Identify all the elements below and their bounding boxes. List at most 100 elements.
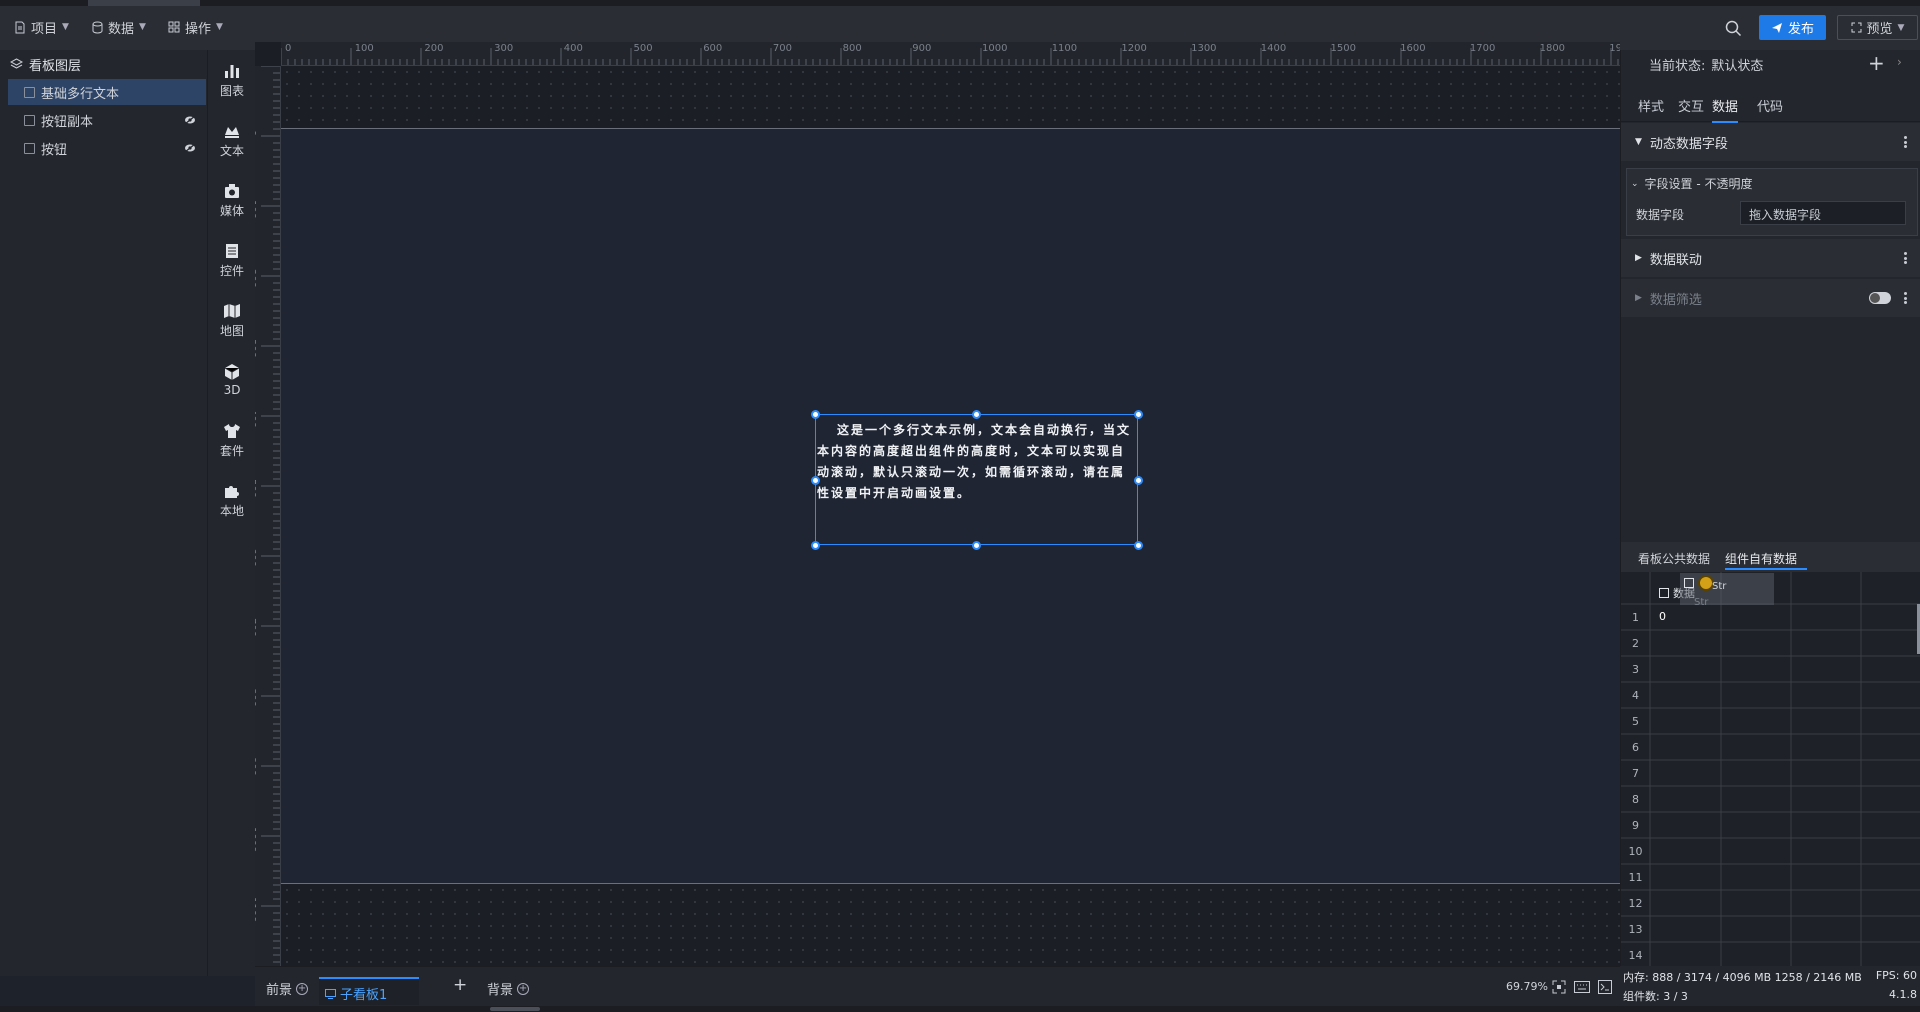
row-number: 13 xyxy=(1628,923,1643,936)
tab-foreground[interactable]: 前景 + xyxy=(266,979,309,998)
preview-button[interactable]: 预览 ▼ xyxy=(1837,15,1918,40)
tab-sub-board[interactable]: 子看板1 xyxy=(319,977,419,1005)
tab-interaction[interactable]: 交互 xyxy=(1678,96,1704,121)
resize-handle-s[interactable] xyxy=(972,541,981,550)
fit-screen-icon[interactable] xyxy=(1552,980,1566,994)
component-toolbox: 图表 文本 媒体 控件 地图 3D 套件 本地 xyxy=(207,50,255,976)
tab-public-data[interactable]: 看板公共数据 xyxy=(1638,550,1710,567)
window-tab[interactable] xyxy=(88,0,200,6)
ruler-label: 100 xyxy=(255,199,257,219)
menu-data[interactable]: 数据 ▼ xyxy=(92,16,146,38)
cube-icon xyxy=(224,364,240,380)
more-icon[interactable] xyxy=(1904,252,1907,264)
tool-chart[interactable]: 图表 xyxy=(208,54,256,106)
column-checkbox[interactable] xyxy=(1659,588,1669,598)
tool-kit[interactable]: 套件 xyxy=(208,414,256,466)
tool-text[interactable]: 文本 xyxy=(208,114,256,166)
state-label: 当前状态: xyxy=(1649,59,1706,74)
resize-handle-n[interactable] xyxy=(972,410,981,419)
tool-label: 图表 xyxy=(219,83,244,98)
section-data-filter[interactable]: ▶ 数据筛选 xyxy=(1621,279,1920,317)
dragging-column-ghost: Str xyxy=(1680,573,1774,605)
publish-label: 发布 xyxy=(1787,22,1814,37)
layer-item-multiline-text[interactable]: 基础多行文本 xyxy=(8,79,206,105)
tool-3d[interactable]: 3D xyxy=(208,354,256,406)
keyboard-icon[interactable] xyxy=(1574,981,1590,993)
add-state-icon[interactable]: + xyxy=(1868,51,1885,75)
section-data-linkage[interactable]: ▶ 数据联动 xyxy=(1621,239,1920,277)
horizontal-scrollbar[interactable] xyxy=(0,1006,1920,1012)
section-dynamic-fields[interactable]: ▼ 动态数据字段 xyxy=(1621,123,1920,161)
zoom-level[interactable]: 69.79% xyxy=(1506,980,1548,993)
tab-data[interactable]: 数据 xyxy=(1712,96,1739,123)
resize-handle-sw[interactable] xyxy=(811,541,820,550)
resize-handle-w[interactable] xyxy=(811,476,820,485)
publish-button[interactable]: 发布 xyxy=(1759,15,1826,40)
resize-handle-se[interactable] xyxy=(1134,541,1143,550)
more-icon[interactable] xyxy=(1904,136,1907,148)
tab-background[interactable]: 背景 + xyxy=(487,979,530,998)
current-state[interactable]: 当前状态: 默认状态 xyxy=(1649,55,1763,74)
scrollbar-thumb[interactable] xyxy=(490,1007,540,1011)
preview-label: 预览 xyxy=(1866,22,1893,37)
ruler-label: 800 xyxy=(255,687,257,707)
add-board-button[interactable]: + xyxy=(453,975,467,995)
layer-item-button-copy[interactable]: 按钮副本 xyxy=(8,107,206,133)
canvas-margin-top xyxy=(281,66,1620,128)
ruler-label: 1000 xyxy=(255,827,257,853)
tool-media[interactable]: 媒体 xyxy=(208,174,256,226)
search-icon[interactable] xyxy=(1725,20,1742,37)
more-icon[interactable] xyxy=(1904,292,1907,304)
ruler-label: 1200 xyxy=(1121,43,1147,54)
resize-handle-nw[interactable] xyxy=(811,410,820,419)
field-settings-header[interactable]: ⌄ 字段设置 - 不透明度 xyxy=(1631,175,1753,192)
tool-local[interactable]: 本地 xyxy=(208,474,256,526)
ruler-horizontal: 0 100 200 300 400 500 600 700 800 900 1000 1100 1200… xyxy=(281,42,1620,66)
data-field-dropzone[interactable]: 拖入数据字段 xyxy=(1740,201,1906,225)
tab-code[interactable]: 代码 xyxy=(1757,96,1783,121)
resize-handle-ne[interactable] xyxy=(1134,410,1143,419)
cell-value[interactable]: 0 xyxy=(1659,610,1666,623)
layers-header: 看板图层 xyxy=(10,54,81,74)
chevron-right-icon: ▶ xyxy=(1635,253,1642,263)
resize-handle-e[interactable] xyxy=(1134,476,1143,485)
tool-control[interactable]: 控件 xyxy=(208,234,256,286)
database-icon xyxy=(92,21,103,34)
terminal-icon[interactable] xyxy=(1598,980,1612,994)
tool-label: 媒体 xyxy=(219,203,244,218)
fullscreen-icon xyxy=(1851,22,1862,33)
field-label: 数据字段 xyxy=(1636,208,1685,222)
menu-operate[interactable]: 操作 ▼ xyxy=(168,16,223,38)
layer-label: 基础多行文本 xyxy=(41,86,120,102)
map-icon xyxy=(224,303,240,318)
eye-off-icon[interactable] xyxy=(184,115,196,125)
tool-label: 套件 xyxy=(219,443,244,458)
properties-tabs: 样式 交互 数据 代码 xyxy=(1621,90,1920,123)
data-grid[interactable] xyxy=(1621,572,1920,976)
menu-project[interactable]: 项目 ▼ xyxy=(14,16,69,38)
tab-label: 背景 xyxy=(487,983,514,998)
add-circle-icon[interactable]: + xyxy=(517,982,530,995)
chevron-down-icon: ▼ xyxy=(216,22,223,32)
chevron-down-icon: ▼ xyxy=(139,22,146,32)
properties-panel: 当前状态: 默认状态 + › 样式 交互 数据 代码 ▼ 动态数据字段 ⌄ 字段… xyxy=(1620,50,1920,976)
tool-map[interactable]: 地图 xyxy=(208,294,256,346)
ruler-label: 200 xyxy=(255,269,257,289)
eye-off-icon[interactable] xyxy=(184,143,196,153)
fps-stat: FPS: 60 xyxy=(1875,969,1917,982)
field-settings-card: ⌄ 字段设置 - 不透明度 数据字段 拖入数据字段 xyxy=(1626,168,1918,236)
row-number: 6 xyxy=(1632,741,1639,754)
tool-label: 地图 xyxy=(219,323,244,338)
layer-item-button[interactable]: 按钮 xyxy=(8,135,206,161)
ruler-label: 1100 xyxy=(255,896,257,923)
chevron-right-icon[interactable]: › xyxy=(1897,55,1902,69)
data-table-area: 看板公共数据 组件自有数据 数据 Str Str 0 1234567891011… xyxy=(1621,542,1920,976)
filter-toggle[interactable] xyxy=(1869,292,1891,304)
ruler-label: 1700 xyxy=(1469,43,1496,54)
tab-style[interactable]: 样式 xyxy=(1638,96,1664,121)
multiline-text-widget[interactable]: 这是一个多行文本示例，文本会自动换行，当文本内容的高度超出组件的高度时，文本可以… xyxy=(811,410,1143,550)
add-circle-icon[interactable]: + xyxy=(296,982,309,995)
row-number: 4 xyxy=(1632,689,1639,702)
ruler-label: 1400 xyxy=(1260,43,1287,54)
tab-own-data[interactable]: 组件自有数据 xyxy=(1725,550,1797,567)
